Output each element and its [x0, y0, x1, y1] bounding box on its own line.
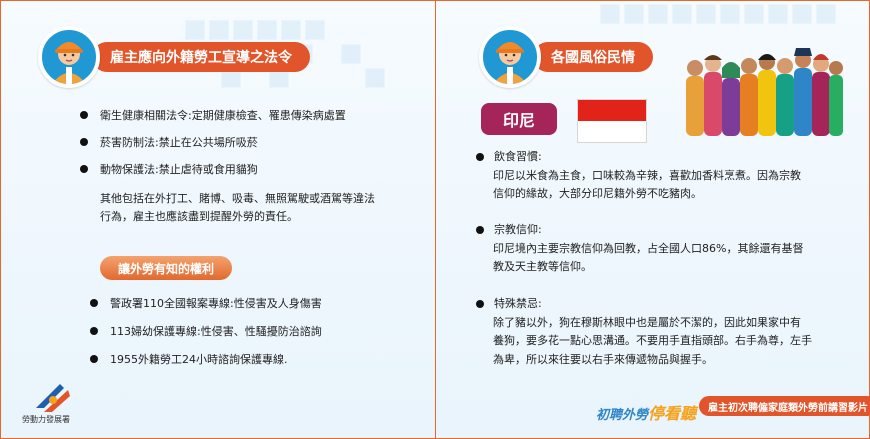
rights-title: 讓外勞有知的權利	[100, 256, 232, 280]
footer-brand-highlight: 停看聽	[648, 404, 697, 423]
rights-list: 警政署110全國報案專線:性侵害及人身傷害 113婦幼保護專線:性侵害、性騷擾防…	[90, 295, 420, 378]
section-title: 宗教信仰:	[494, 223, 542, 236]
indonesia-flag	[577, 99, 647, 143]
footer-caption: 雇主初次聘僱家庭類外勞前講習影片	[699, 396, 870, 416]
section-line: 為卑，所以來往要以右手來傳遞物品與握手。	[493, 353, 713, 367]
footer-brand: 初聘外勞停看聽	[596, 400, 696, 424]
list-item: 1955外籍勞工24小時諮詢保護專線.	[90, 351, 420, 368]
left-title: 雇主應向外籍勞工宣導之法令	[92, 42, 310, 72]
list-item: 113婦幼保護專線:性侵害、性騷擾防治諮詢	[90, 323, 420, 340]
people-illustration	[683, 38, 843, 154]
section-body: 印尼以米食為主食，口味較為辛辣，喜歡加香料烹煮。因為宗教 信仰的緣故，大部分印尼…	[476, 167, 836, 204]
bullet-dot	[90, 327, 98, 336]
left-header: 雇主應向外籍勞工宣導之法令	[38, 26, 310, 88]
section-body: 除了豬以外，狗在穆斯林眼中也是屬於不潔的，因此如果家中有 養狗，要多花一點心思溝…	[476, 314, 836, 370]
list-item: 衛生健康相關法令:定期健康檢查、罹患傳染病處置	[80, 107, 410, 124]
bullet-dot	[476, 226, 484, 235]
list-item-text: 衛生健康相關法令:定期健康檢查、罹患傳染病處置	[100, 109, 346, 122]
right-panel: 各國風俗民情 印尼 飲食習慣: 印尼以米食為主食，口味較為辛辣，喜歡加香料烹煮。…	[436, 0, 870, 439]
section-title: 飲食習慣:	[494, 150, 542, 163]
food-section: 飲食習慣: 印尼以米食為主食，口味較為辛辣，喜歡加香料烹煮。因為宗教 信仰的緣故…	[476, 148, 836, 204]
left-panel: 雇主應向外籍勞工宣導之法令 衛生健康相關法令:定期健康檢查、罹患傳染病處置 菸害…	[0, 0, 435, 439]
bullet-dot	[476, 300, 484, 309]
worker-avatar-icon	[38, 26, 100, 88]
section-heading: 特殊禁忌:	[476, 295, 836, 314]
note-paragraph: 其他包括在外打工、賭博、吸毒、無照駕駛或酒駕等違法 行為，雇主也應該盡到提醒外勞…	[100, 190, 420, 226]
list-item-text: 1955外籍勞工24小時諮詢保護專線.	[110, 353, 288, 367]
country-label: 印尼	[481, 103, 557, 135]
section-line: 印尼以米食為主食，口味較為辛辣，喜歡加香料烹煮。因為宗教	[493, 168, 801, 182]
list-item-text: 113婦幼保護專線:性侵害、性騷擾防治諮詢	[110, 325, 322, 339]
agency-logo-text: 勞動力發展署	[22, 415, 70, 424]
list-item: 警政署110全國報案專線:性侵害及人身傷害	[90, 295, 420, 312]
religion-section: 宗教信仰: 印尼境內主要宗教信仰為回教，占全國人口86%，其餘還有基督 教及天主…	[476, 221, 836, 277]
list-item-text: 動物保護法:禁止虐待或食用貓狗	[100, 163, 258, 177]
section-line: 養狗，要多花一點心思溝通。不要用手直指頭部。右手為尊，左手	[493, 334, 812, 348]
laws-list: 衛生健康相關法令:定期健康檢查、罹患傳染病處置 菸害防制法:禁止在公共場所吸菸 …	[80, 107, 410, 188]
list-item-text: 菸害防制法:禁止在公共場所吸菸	[100, 136, 258, 150]
right-title: 各國風俗民情	[533, 42, 653, 72]
bullet-dot	[90, 299, 98, 307]
bullet-dot	[476, 153, 484, 162]
section-title: 特殊禁忌:	[494, 297, 542, 310]
section-heading: 飲食習慣:	[476, 148, 836, 167]
section-line: 印尼境內主要宗教信仰為回教，占全國人口86%，其餘還有基督	[493, 241, 804, 255]
section-line: 信仰的緣故，大部分印尼籍外勞不吃豬肉。	[493, 187, 702, 201]
list-item: 動物保護法:禁止虐待或食用貓狗	[80, 161, 410, 178]
section-line: 除了豬以外，狗在穆斯林眼中也是屬於不潔的，因此如果家中有	[493, 315, 801, 329]
note-line: 其他包括在外打工、賭博、吸毒、無照駕駛或酒駕等違法	[100, 192, 375, 205]
bullet-dot	[80, 138, 88, 147]
list-item: 菸害防制法:禁止在公共場所吸菸	[80, 134, 410, 151]
section-body: 印尼境內主要宗教信仰為回教，占全國人口86%，其餘還有基督 教及天主教等信仰。	[476, 240, 836, 277]
bullet-dot	[80, 165, 88, 174]
taboo-section: 特殊禁忌: 除了豬以外，狗在穆斯林眼中也是屬於不潔的，因此如果家中有 養狗，要多…	[476, 295, 836, 370]
worker-avatar-icon	[479, 26, 541, 88]
footer-brand-text: 初聘外勞	[596, 408, 649, 423]
note-line: 行為，雇主也應該盡到提醒外勞的責任。	[100, 210, 298, 224]
bullet-dot	[90, 355, 98, 364]
section-line: 教及天主教等信仰。	[493, 260, 592, 274]
list-item-text: 警政署110全國報案專線:性侵害及人身傷害	[110, 297, 322, 310]
section-heading: 宗教信仰:	[476, 221, 836, 240]
right-header: 各國風俗民情	[479, 26, 653, 88]
bullet-dot	[80, 111, 88, 119]
